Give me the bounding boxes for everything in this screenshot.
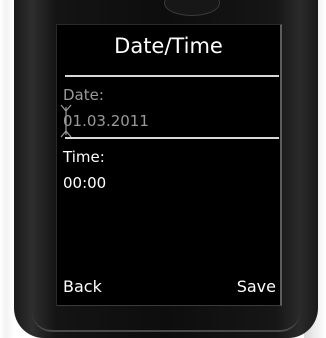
phone-bottom-rim: [32, 312, 300, 332]
title-divider: [65, 75, 279, 77]
handset-screen: Date/Time Date: 01.03.2011 Time: 00:00 B…: [56, 24, 282, 306]
device-stage: Date/Time Date: 01.03.2011 Time: 00:00 B…: [0, 0, 326, 338]
back-softkey[interactable]: Back: [63, 277, 102, 297]
date-label: Date:: [63, 86, 104, 104]
date-field[interactable]: 01.03.2011: [63, 111, 149, 131]
date-time-divider: [65, 137, 279, 139]
time-label: Time:: [63, 148, 105, 166]
screen-title: Date/Time: [114, 34, 223, 58]
text-cursor-icon: [60, 104, 72, 138]
save-softkey[interactable]: Save: [237, 277, 276, 297]
earpiece-arc: [164, 0, 220, 16]
time-field[interactable]: 00:00: [63, 173, 106, 193]
